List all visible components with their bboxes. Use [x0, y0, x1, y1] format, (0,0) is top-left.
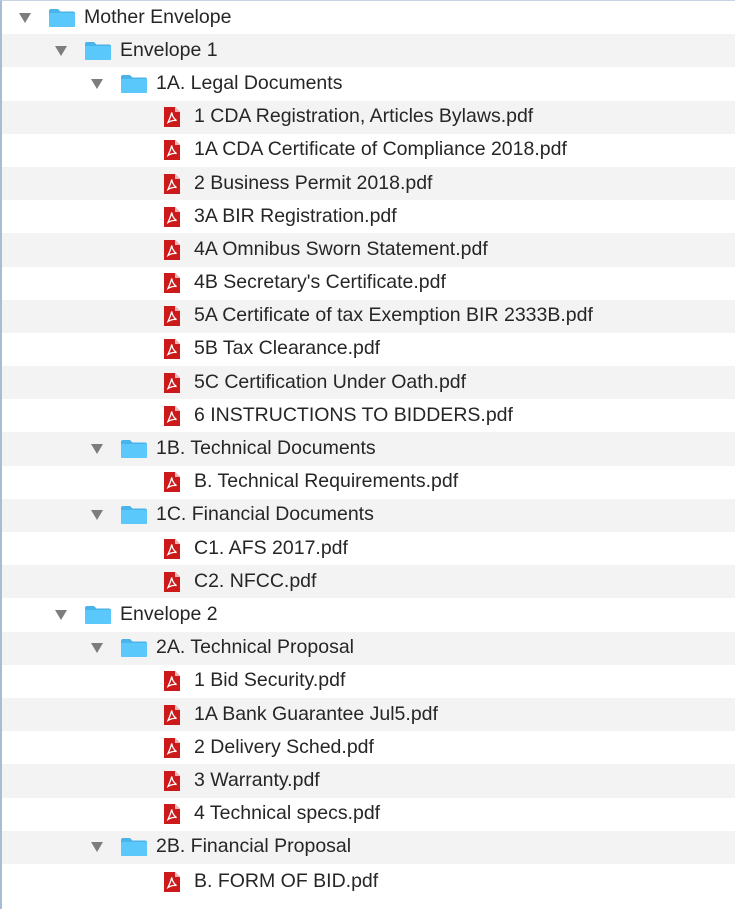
pdf-file-icon	[163, 272, 181, 294]
pdf-file-icon	[163, 338, 181, 360]
folder-icon	[120, 837, 148, 857]
pdf-file-icon	[163, 704, 181, 726]
disclosure-triangle-icon[interactable]	[89, 640, 105, 656]
disclosure-triangle-icon[interactable]	[89, 839, 105, 855]
folder-name: 2A. Technical Proposal	[156, 636, 355, 659]
tree-row-file[interactable]: 1 Bid Security.pdf	[2, 665, 735, 698]
disclosure-triangle-icon[interactable]	[89, 441, 105, 457]
tree-row-file[interactable]: 2 Delivery Sched.pdf	[2, 731, 735, 764]
folder-icon	[120, 74, 148, 94]
file-name: 3A BIR Registration.pdf	[194, 204, 397, 227]
file-name: 1 CDA Registration, Articles Bylaws.pdf	[194, 105, 534, 128]
pdf-file-icon	[163, 571, 181, 593]
pdf-file-icon	[163, 139, 181, 161]
disclosure-triangle-icon[interactable]	[53, 43, 69, 59]
file-name: B. FORM OF BID.pdf	[194, 870, 379, 893]
tree-row-file[interactable]: 4A Omnibus Sworn Statement.pdf	[2, 233, 735, 267]
disclosure-triangle-icon[interactable]	[17, 10, 33, 26]
pdf-file-icon	[163, 405, 181, 427]
tree-row-folder[interactable]: 1A. Legal Documents	[2, 67, 735, 100]
file-name: 2 Business Permit 2018.pdf	[194, 171, 433, 194]
file-name: 4 Technical specs.pdf	[194, 801, 381, 824]
folder-name: 1A. Legal Documents	[156, 71, 343, 94]
pdf-file-icon	[163, 372, 181, 394]
tree-row-file[interactable]: 3 Warranty.pdf	[2, 764, 735, 798]
disclosure-triangle-icon[interactable]	[89, 76, 105, 92]
tree-row-file[interactable]: 3A BIR Registration.pdf	[2, 200, 735, 233]
folder-name: 2B. Financial Proposal	[156, 835, 352, 858]
tree-row-folder[interactable]: Mother Envelope	[2, 1, 735, 34]
file-name: 1A CDA Certificate of Compliance 2018.pd…	[194, 138, 567, 161]
file-name: 1A Bank Guarantee Jul5.pdf	[194, 702, 438, 725]
folder-icon	[120, 505, 148, 525]
pdf-file-icon	[163, 106, 181, 128]
folder-icon	[120, 638, 148, 658]
tree-row-file[interactable]: 4 Technical specs.pdf	[2, 798, 735, 831]
file-name: 5A Certificate of tax Exemption BIR 2333…	[194, 304, 593, 327]
pdf-file-icon	[163, 471, 181, 493]
file-name: C1. AFS 2017.pdf	[194, 536, 348, 559]
file-name: 4B Secretary's Certificate.pdf	[194, 270, 446, 293]
file-name: 1 Bid Security.pdf	[194, 669, 346, 692]
folder-icon	[48, 8, 76, 28]
pdf-file-icon	[163, 206, 181, 228]
tree-row-file[interactable]: B. FORM OF BID.pdf	[2, 864, 735, 901]
tree-row-folder[interactable]: 2B. Financial Proposal	[2, 830, 735, 864]
folder-name: Envelope 1	[120, 38, 218, 61]
tree-row-folder[interactable]: Envelope 2	[2, 598, 735, 631]
pdf-file-icon	[163, 770, 181, 792]
folder-icon	[84, 41, 112, 61]
tree-row-folder[interactable]: 2A. Technical Proposal	[2, 631, 735, 665]
pdf-file-icon	[163, 871, 181, 893]
pdf-file-icon	[163, 538, 181, 560]
tree-row-file[interactable]: 5C Certification Under Oath.pdf	[2, 366, 735, 400]
file-name: 3 Warranty.pdf	[194, 768, 320, 791]
disclosure-triangle-icon[interactable]	[89, 507, 105, 523]
tree-row-file[interactable]: 1A Bank Guarantee Jul5.pdf	[2, 697, 735, 732]
tree-row-folder[interactable]: 1B. Technical Documents	[2, 432, 735, 466]
pdf-file-icon	[163, 670, 181, 692]
file-name: C2. NFCC.pdf	[194, 569, 317, 592]
tree-row-folder[interactable]: Envelope 1	[2, 34, 735, 68]
tree-row-folder[interactable]: 1C. Financial Documents	[2, 498, 735, 532]
tree-row-file[interactable]: 4B Secretary's Certificate.pdf	[2, 267, 735, 300]
folder-icon	[84, 605, 112, 625]
tree-row-file[interactable]: C2. NFCC.pdf	[2, 565, 735, 599]
tree-row-file[interactable]: 2 Business Permit 2018.pdf	[2, 166, 735, 201]
pdf-file-icon	[163, 305, 181, 327]
folder-name: Envelope 2	[120, 602, 218, 625]
folder-name: Mother Envelope	[84, 5, 232, 28]
disclosure-triangle-icon[interactable]	[53, 607, 69, 623]
tree-row-file[interactable]: 5B Tax Clearance.pdf	[2, 333, 735, 366]
tree-row-file[interactable]: B. Technical Requirements.pdf	[2, 466, 735, 499]
pdf-file-icon	[163, 803, 181, 825]
file-tree[interactable]: Mother Envelope Envelope 1 1A. Legal Doc…	[0, 0, 735, 909]
folder-name: 1C. Financial Documents	[156, 503, 374, 526]
tree-row-file[interactable]: C1. AFS 2017.pdf	[2, 532, 735, 565]
tree-row-file[interactable]: 5A Certificate of tax Exemption BIR 2333…	[2, 299, 735, 333]
folder-name: 1B. Technical Documents	[156, 436, 376, 459]
file-name: 5C Certification Under Oath.pdf	[194, 370, 467, 393]
tree-row-file[interactable]: 1 CDA Registration, Articles Bylaws.pdf	[2, 100, 735, 134]
file-name: 4A Omnibus Sworn Statement.pdf	[194, 237, 488, 260]
file-name: 5B Tax Clearance.pdf	[194, 337, 381, 360]
file-name: 6 INSTRUCTIONS TO BIDDERS.pdf	[194, 403, 513, 426]
pdf-file-icon	[163, 173, 181, 195]
file-name: 2 Delivery Sched.pdf	[194, 735, 374, 758]
pdf-file-icon	[163, 737, 181, 759]
tree-row-file[interactable]: 6 INSTRUCTIONS TO BIDDERS.pdf	[2, 399, 735, 432]
tree-row-file[interactable]: 1A CDA Certificate of Compliance 2018.pd…	[2, 134, 735, 167]
pdf-file-icon	[163, 239, 181, 261]
file-name: B. Technical Requirements.pdf	[194, 470, 459, 493]
folder-icon	[120, 439, 148, 459]
